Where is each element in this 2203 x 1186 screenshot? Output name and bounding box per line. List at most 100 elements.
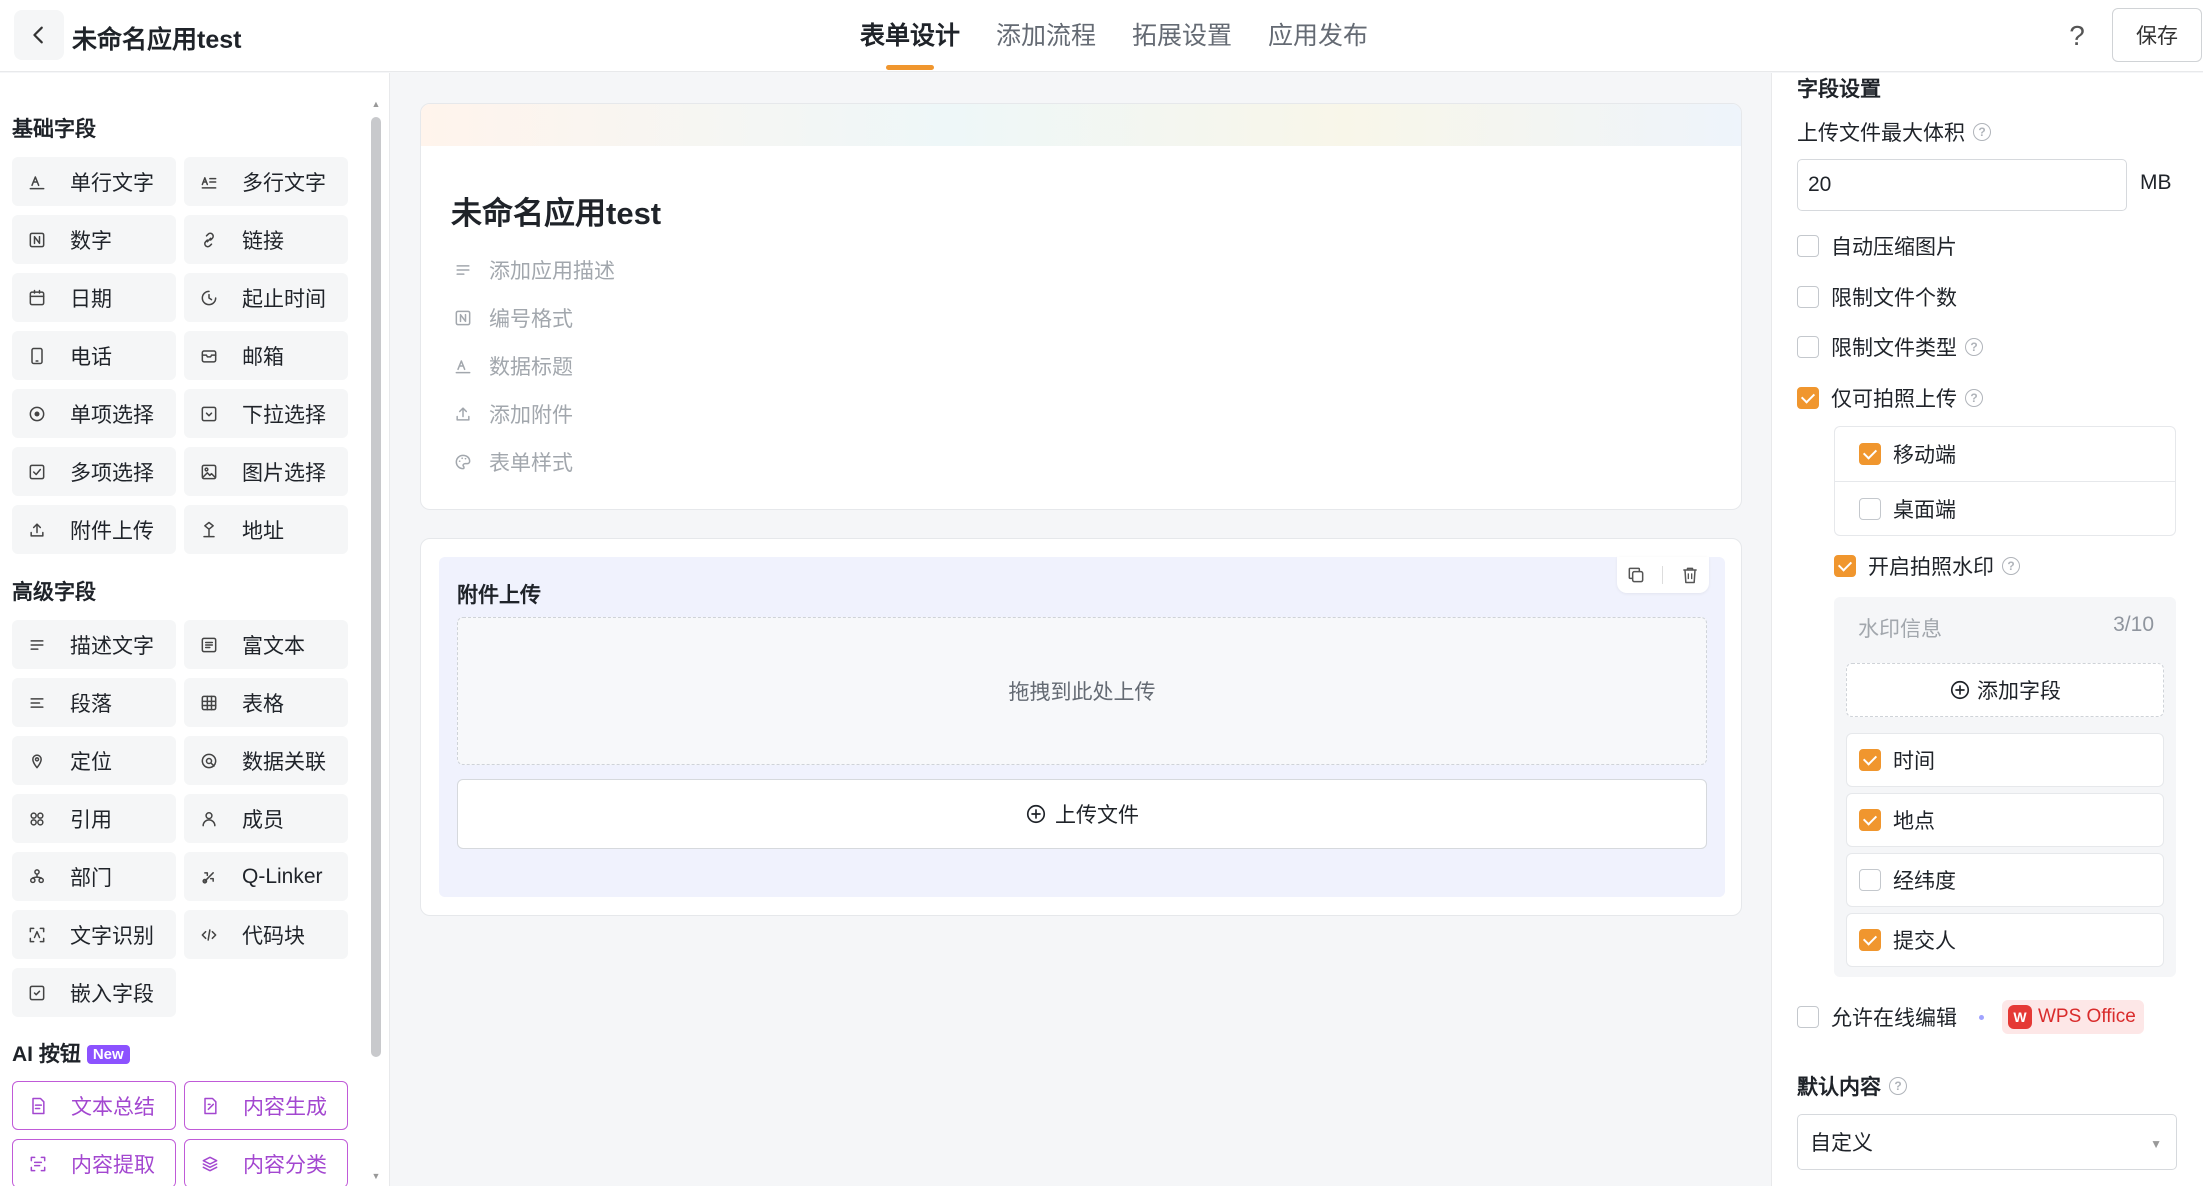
field-item-label: 表格 <box>242 692 284 716</box>
default-content-select[interactable]: 自定义 ▼ <box>1797 1114 2177 1170</box>
watermark-count: 3/10 <box>2113 613 2154 636</box>
option-limit-type[interactable]: 限制文件类型 ? <box>1797 332 1983 362</box>
field-item-checkbox[interactable]: 多项选择 <box>12 447 176 496</box>
main-tabs: 表单设计 添加流程 拓展设置 应用发布 <box>860 0 1404 72</box>
field-item-link[interactable]: 链接 <box>184 215 348 264</box>
field-item-location[interactable]: 定位 <box>12 736 176 785</box>
field-item-department[interactable]: 部门 <box>12 852 176 901</box>
field-item-q-linker[interactable]: Q-Linker <box>184 852 348 901</box>
desktop-checkbox[interactable] <box>1859 498 1881 520</box>
tab-add-process[interactable]: 添加流程 <box>996 0 1096 72</box>
field-item-mail[interactable]: 邮箱 <box>184 331 348 380</box>
upload-field-card[interactable]: 附件上传 拖拽到此处上传 上传文件 <box>420 538 1742 916</box>
form-meta-upload[interactable]: 添加附件 <box>453 390 615 438</box>
auto-compress-checkbox[interactable] <box>1797 235 1819 257</box>
field-item-single-line-text[interactable]: 单行文字 <box>12 157 176 206</box>
field-item-dropdown[interactable]: 下拉选择 <box>184 389 348 438</box>
watermark-info-placeholder[interactable]: 水印信息 <box>1858 613 1942 643</box>
limit-type-checkbox[interactable] <box>1797 336 1819 358</box>
option-watermark[interactable]: 开启拍照水印 ? <box>1834 551 2020 581</box>
location-checkbox[interactable] <box>1859 809 1881 831</box>
online-edit-checkbox[interactable] <box>1797 1006 1819 1028</box>
field-item-radio[interactable]: 单项选择 <box>12 389 176 438</box>
time-checkbox[interactable] <box>1859 749 1881 771</box>
form-meta-description[interactable]: 添加应用描述 <box>453 246 615 294</box>
field-item-paragraph[interactable]: 段落 <box>12 678 176 727</box>
upload-drop-zone[interactable]: 拖拽到此处上传 <box>457 617 1707 765</box>
option-label: 仅可拍照上传 <box>1831 388 1957 411</box>
form-header-card[interactable]: 未命名应用test 添加应用描述 编号格式 数据标题 添加附件 表单样式 <box>420 103 1742 510</box>
watermark-item-time[interactable]: 时间 <box>1846 733 2164 787</box>
mobile-checkbox[interactable] <box>1859 443 1881 465</box>
upload-icon <box>453 404 475 424</box>
field-item-summary[interactable]: 文本总结 <box>12 1081 176 1130</box>
form-meta-data-title[interactable]: 数据标题 <box>453 342 615 390</box>
device-mobile[interactable]: 移动端 <box>1859 439 1956 469</box>
scrollbar-thumb[interactable] <box>371 117 381 1057</box>
delete-icon[interactable] <box>1678 563 1702 587</box>
field-item-data-link[interactable]: 数据关联 <box>184 736 348 785</box>
field-item-address[interactable]: 地址 <box>184 505 348 554</box>
field-item-code[interactable]: 代码块 <box>184 910 348 959</box>
watermark-item-submitter[interactable]: 提交人 <box>1846 913 2164 967</box>
radio-icon <box>26 403 48 425</box>
code-icon <box>198 924 220 946</box>
field-item-generate[interactable]: 内容生成 <box>184 1081 348 1130</box>
field-item-description[interactable]: 描述文字 <box>12 620 176 669</box>
help-circle-icon[interactable]: ? <box>1965 389 1983 407</box>
field-item-calendar[interactable]: 日期 <box>12 273 176 322</box>
copy-icon[interactable] <box>1624 563 1648 587</box>
option-auto-compress[interactable]: 自动压缩图片 <box>1797 231 1957 261</box>
field-item-phone[interactable]: 电话 <box>12 331 176 380</box>
add-watermark-field-button[interactable]: 添加字段 <box>1846 663 2164 717</box>
scroll-up-icon[interactable]: ▲ <box>370 99 382 111</box>
tab-extension-settings[interactable]: 拓展设置 <box>1132 0 1232 72</box>
device-desktop[interactable]: 桌面端 <box>1859 494 1956 524</box>
field-item-rich-text[interactable]: 富文本 <box>184 620 348 669</box>
tab-app-publish[interactable]: 应用发布 <box>1268 0 1368 72</box>
top-bar: 未命名应用test 表单设计 添加流程 拓展设置 应用发布 ? 保存 <box>0 0 2203 72</box>
field-item-upload[interactable]: 附件上传 <box>12 505 176 554</box>
limit-count-checkbox[interactable] <box>1797 286 1819 308</box>
scroll-down-icon[interactable]: ▼ <box>370 1171 382 1183</box>
field-item-time-range[interactable]: 起止时间 <box>184 273 348 322</box>
option-online-edit[interactable]: 允许在线编辑 W WPS Office <box>1797 1000 2144 1034</box>
option-photo-only[interactable]: 仅可拍照上传 ? <box>1797 383 1983 413</box>
field-item-table[interactable]: 表格 <box>184 678 348 727</box>
form-meta-palette[interactable]: 表单样式 <box>453 438 615 486</box>
form-meta-number-format[interactable]: 编号格式 <box>453 294 615 342</box>
upload-file-button[interactable]: 上传文件 <box>457 779 1707 849</box>
checkbox-icon <box>26 461 48 483</box>
back-button[interactable] <box>14 10 64 60</box>
watermark-item-location[interactable]: 地点 <box>1846 793 2164 847</box>
coordinates-checkbox[interactable] <box>1859 869 1881 891</box>
watermark-checkbox[interactable] <box>1834 555 1856 577</box>
calendar-icon <box>26 287 48 309</box>
help-icon[interactable]: ? <box>2055 14 2099 58</box>
option-limit-count[interactable]: 限制文件个数 <box>1797 282 1957 312</box>
tab-form-design[interactable]: 表单设计 <box>860 0 960 72</box>
upload-field-selected[interactable]: 附件上传 拖拽到此处上传 上传文件 <box>439 557 1725 897</box>
field-item-classify[interactable]: 内容分类 <box>184 1139 348 1186</box>
wps-badge-label: WPS Office <box>2038 1006 2136 1027</box>
field-item-extract[interactable]: 内容提取 <box>12 1139 176 1186</box>
field-item-ocr[interactable]: 文字识别 <box>12 910 176 959</box>
field-item-image[interactable]: 图片选择 <box>184 447 348 496</box>
help-circle-icon[interactable]: ? <box>1889 1077 1907 1095</box>
field-item-number[interactable]: 数字 <box>12 215 176 264</box>
max-size-input[interactable]: 20 <box>1797 159 2127 211</box>
help-circle-icon[interactable]: ? <box>2002 557 2020 575</box>
field-item-embed[interactable]: 嵌入字段 <box>12 968 176 1017</box>
watermark-item-coordinates[interactable]: 经纬度 <box>1846 853 2164 907</box>
help-circle-icon[interactable]: ? <box>1965 338 1983 356</box>
max-size-label-text: 上传文件最大体积 <box>1797 122 1965 145</box>
submitter-checkbox[interactable] <box>1859 929 1881 951</box>
form-name[interactable]: 未命名应用test <box>451 188 661 233</box>
field-item-member[interactable]: 成员 <box>184 794 348 843</box>
photo-only-checkbox[interactable] <box>1797 387 1819 409</box>
save-button[interactable]: 保存 <box>2112 8 2202 62</box>
field-item-reference[interactable]: 引用 <box>12 794 176 843</box>
field-item-multi-line-text[interactable]: 多行文字 <box>184 157 348 206</box>
left-scrollbar[interactable]: ▲ ▼ <box>370 99 382 1183</box>
help-circle-icon[interactable]: ? <box>1973 123 1991 141</box>
